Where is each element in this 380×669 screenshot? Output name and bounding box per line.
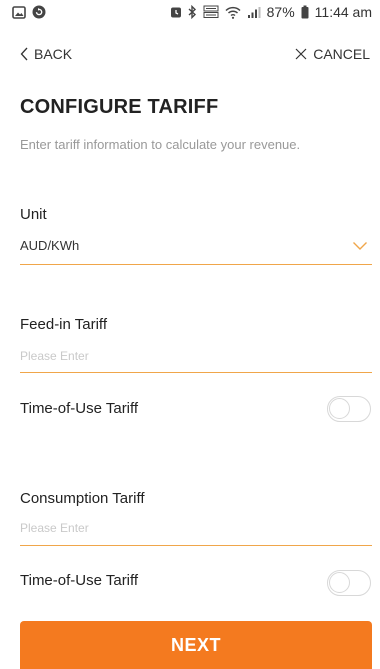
back-button[interactable]: BACK: [20, 46, 72, 62]
cancel-button[interactable]: CANCEL: [295, 46, 370, 62]
wifi-icon: [225, 6, 241, 19]
feed-in-tariff-label: Feed-in Tariff: [20, 316, 107, 333]
unit-underline: [20, 264, 372, 265]
chevron-left-icon: [20, 47, 28, 61]
feed-in-tou-label: Time-of-Use Tariff: [20, 400, 139, 417]
unit-label: Unit: [20, 206, 47, 223]
signal-icon: [247, 6, 261, 19]
page-title: CONFIGURE TARIFF: [20, 96, 219, 118]
refresh-icon: [32, 5, 46, 19]
clock: 11:44 am: [314, 4, 372, 20]
toggle-knob: [329, 572, 350, 593]
feed-in-tariff-underline: [20, 372, 372, 373]
page-subtitle: Enter tariff information to calculate yo…: [20, 137, 301, 152]
consumption-tou-label: Time-of-Use Tariff: [20, 572, 139, 589]
status-bar-right: 87% 11:44 am: [170, 4, 372, 20]
status-bar: 87% 11:44 am: [0, 0, 380, 24]
battery-percent: 87%: [266, 4, 295, 20]
volte-icon: [203, 5, 219, 19]
consumption-tariff-input[interactable]: [20, 518, 350, 538]
consumption-tou-toggle[interactable]: [327, 570, 371, 596]
consumption-tariff-underline: [20, 545, 372, 546]
close-icon: [295, 48, 307, 60]
feed-in-tariff-input[interactable]: [20, 346, 350, 366]
battery-icon: [301, 5, 309, 19]
back-label: BACK: [34, 46, 73, 62]
consumption-tariff-label: Consumption Tariff: [20, 490, 145, 507]
toggle-knob: [329, 398, 350, 419]
feed-in-tou-toggle[interactable]: [327, 396, 371, 422]
bluetooth-icon: [188, 5, 197, 19]
nav-bar: BACK CANCEL: [0, 40, 380, 68]
gallery-icon: [12, 5, 26, 19]
alarm-icon: [170, 6, 182, 19]
status-bar-left: [12, 5, 46, 19]
unit-select[interactable]: AUD/KWh: [20, 238, 360, 258]
chevron-down-icon[interactable]: [352, 238, 368, 256]
configure-tariff-screen: 87% 11:44 am BACK CANCEL CONFIGURE TARIF…: [0, 0, 380, 669]
unit-value: AUD/KWh: [20, 238, 80, 253]
next-button[interactable]: NEXT: [20, 621, 372, 669]
cancel-label: CANCEL: [313, 46, 370, 62]
